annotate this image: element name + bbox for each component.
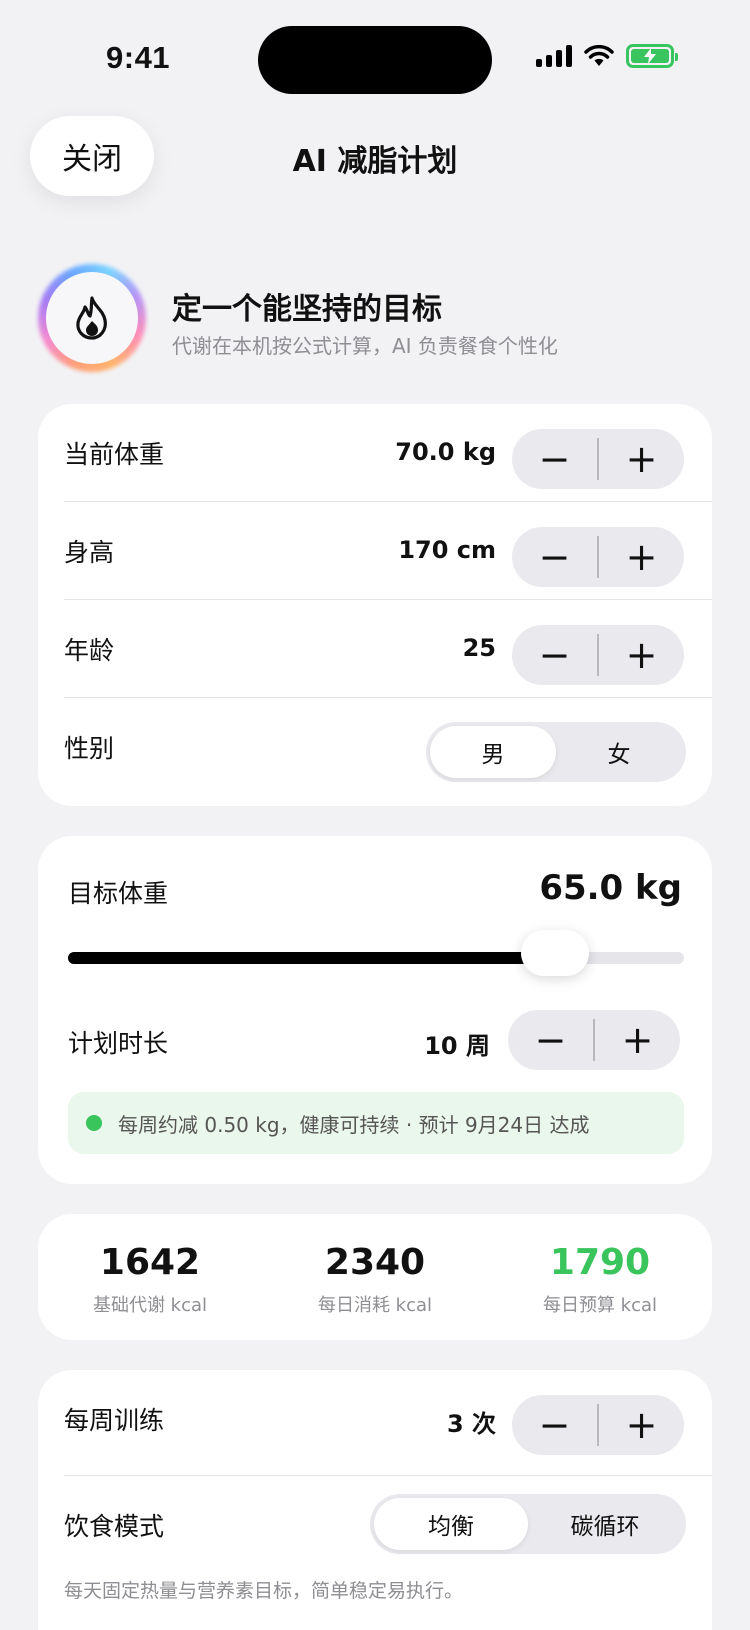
training-increment-button[interactable]: +: [599, 1395, 684, 1455]
plan-info-text: 每周约减 0.50 kg，健康可持续 · 预计 9月24日 达成: [118, 1112, 590, 1137]
weight-label: 当前体重: [64, 439, 165, 469]
age-decrement-button[interactable]: −: [512, 625, 597, 685]
wifi-icon: [584, 45, 614, 66]
stat-bmr: 1642 基础代谢 kcal: [38, 1242, 262, 1317]
stat-value: 1642: [99, 1242, 201, 1283]
training-card: 每周训练 3 次 − + 饮食模式 均衡 碳循环 每天固定热量与营养素目标，简单…: [38, 1370, 712, 1630]
gender-segmented-control: 男 女: [426, 722, 686, 782]
gender-label: 性别: [64, 733, 115, 763]
gender-option-male[interactable]: 男: [430, 726, 556, 778]
stat-label: 每日消耗 kcal: [317, 1295, 433, 1316]
stat-label: 基础代谢 kcal: [92, 1295, 208, 1316]
stat-value: 1790: [549, 1242, 651, 1283]
duration-increment-button[interactable]: +: [595, 1010, 680, 1070]
slider-fill: [68, 952, 555, 964]
height-label: 身高: [64, 537, 115, 567]
training-decrement-button[interactable]: −: [512, 1395, 597, 1455]
goal-card: 目标体重 65.0 kg 计划时长 10 周 − + 每周约减 0.50 kg，…: [38, 836, 712, 1184]
plan-info-banner: 每周约减 0.50 kg，健康可持续 · 预计 9月24日 达成: [68, 1092, 684, 1154]
battery-icon: [626, 44, 678, 68]
target-weight-slider[interactable]: [68, 930, 684, 976]
cellular-signal-icon: [536, 45, 572, 67]
hero-subtitle: 代谢在本机按公式计算，AI 负责餐食个性化: [172, 334, 558, 358]
dynamic-island: [258, 26, 492, 94]
duration-decrement-button[interactable]: −: [508, 1010, 593, 1070]
duration-value: 10 周: [424, 1032, 490, 1060]
status-dot-icon: [86, 1115, 102, 1131]
duration-label: 计划时长: [68, 1029, 169, 1058]
height-value: 170 cm: [398, 536, 496, 564]
stat-value: 2340: [324, 1242, 426, 1283]
flame-icon: [46, 272, 138, 364]
age-increment-button[interactable]: +: [599, 625, 684, 685]
age-label: 年龄: [64, 635, 115, 665]
weight-value: 70.0 kg: [395, 438, 496, 466]
stat-tdee: 2340 每日消耗 kcal: [263, 1242, 487, 1317]
profile-card: 当前体重 70.0 kg − + 身高 170 cm − + 年龄 25 − +…: [38, 404, 712, 806]
training-label: 每周训练: [64, 1405, 165, 1435]
weight-stepper: − +: [512, 429, 684, 489]
duration-stepper: − +: [508, 1010, 680, 1070]
target-weight-value: 65.0 kg: [539, 868, 682, 908]
diet-footnote: 每天固定热量与营养素目标，简单稳定易执行。: [64, 1580, 464, 1602]
age-stepper: − +: [512, 625, 684, 685]
diet-segmented-control: 均衡 碳循环: [370, 1494, 686, 1554]
weight-decrement-button[interactable]: −: [512, 429, 597, 489]
height-increment-button[interactable]: +: [599, 527, 684, 587]
gender-option-female[interactable]: 女: [556, 726, 682, 778]
status-time: 9:41: [106, 40, 171, 75]
height-decrement-button[interactable]: −: [512, 527, 597, 587]
height-stepper: − +: [512, 527, 684, 587]
stat-label: 每日预算 kcal: [542, 1295, 658, 1316]
diet-option-carb-cycling[interactable]: 碳循环: [528, 1498, 682, 1550]
target-weight-label: 目标体重: [68, 879, 169, 908]
training-value: 3 次: [446, 1410, 496, 1438]
slider-thumb[interactable]: [520, 930, 589, 976]
age-value: 25: [462, 634, 496, 662]
status-icons: [536, 44, 678, 68]
stats-card: 1642 基础代谢 kcal 2340 每日消耗 kcal 1790 每日预算 …: [38, 1214, 712, 1340]
training-stepper: − +: [512, 1395, 684, 1455]
page-title: AI 减脂计划: [292, 144, 458, 179]
diet-label: 饮食模式: [64, 1511, 165, 1541]
hero-title: 定一个能坚持的目标: [172, 292, 442, 327]
stat-budget: 1790 每日预算 kcal: [488, 1242, 712, 1317]
weight-increment-button[interactable]: +: [599, 429, 684, 489]
diet-option-balanced[interactable]: 均衡: [374, 1498, 528, 1550]
